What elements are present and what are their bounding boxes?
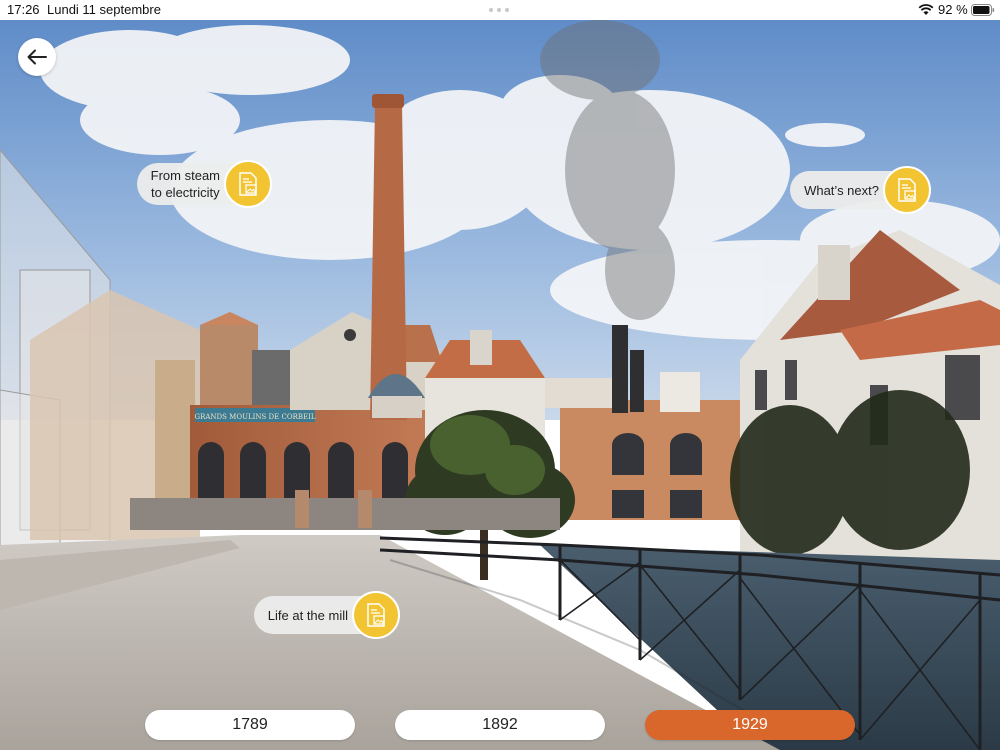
status-bar: 17:26 Lundi 11 septembre 92 % (0, 0, 1000, 20)
hotspot-label-text: What’s next? (804, 182, 879, 198)
hotspot-button[interactable] (883, 166, 931, 214)
hotspot-label-line2: to electricity (151, 185, 220, 200)
wifi-icon (918, 4, 934, 15)
hotspot-steam-electricity[interactable]: From steam to electricity (126, 160, 272, 208)
battery-icon (971, 4, 995, 16)
back-button[interactable] (18, 38, 56, 76)
document-image-icon (367, 603, 385, 627)
hotspot-button[interactable] (224, 160, 272, 208)
year-tab-1789[interactable]: 1789 (145, 710, 355, 740)
year-tab-1929-selected[interactable]: 1929 (645, 710, 855, 740)
document-image-icon (898, 178, 916, 202)
hotspot-button[interactable] (352, 591, 400, 639)
multitasking-dots[interactable] (489, 8, 509, 12)
mill-sign: GRANDS MOULINS DE CORBEIL (194, 413, 315, 421)
battery-percent: 92 % (938, 2, 968, 17)
mill-scene[interactable]: GRANDS MOULINS DE CORBEIL (0, 20, 1000, 750)
hotspot-label-text: Life at the mill (267, 607, 348, 623)
document-image-icon (239, 172, 257, 196)
hotspot-life-at-mill[interactable]: Life at the mill (246, 591, 400, 639)
status-time: 17:26 (7, 2, 40, 17)
arrow-left-icon (27, 49, 47, 65)
hotspot-label-line1: From steam (150, 168, 220, 183)
year-tab-1892[interactable]: 1892 (395, 710, 605, 740)
hotspot-whats-next[interactable]: What’s next? (784, 166, 931, 214)
status-date: Lundi 11 septembre (47, 2, 161, 17)
scene-illustration: GRANDS MOULINS DE CORBEIL (0, 20, 1000, 750)
